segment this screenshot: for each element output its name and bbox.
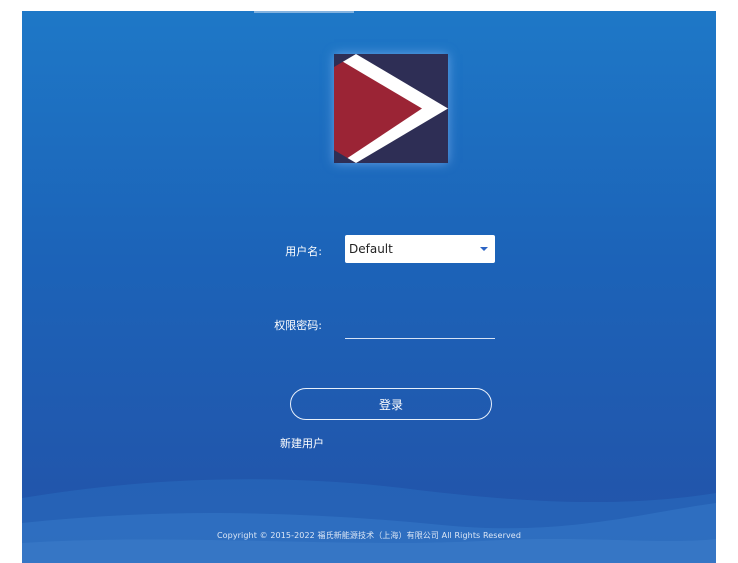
password-input[interactable] [345,318,495,339]
new-user-link[interactable]: 新建用户 [280,435,324,451]
left-margin [0,0,22,563]
background-waves [22,479,716,563]
username-label: 用户名: [285,245,322,258]
brand-logo [334,54,448,163]
copyright-footer: Copyright © 2015-2022 福氏新能源技术（上海）有限公司 Al… [216,531,522,540]
username-select[interactable]: Default [345,235,495,263]
login-screen: 用户名: Default 权限密码: 登录 新建用户 Copyright © 2… [22,11,716,563]
login-button[interactable]: 登录 [290,388,492,420]
username-selected-value: Default [349,242,393,256]
password-label: 权限密码: [274,319,322,332]
right-margin [716,0,738,563]
caret-down-icon[interactable] [480,247,488,251]
top-accent-line [254,11,354,13]
